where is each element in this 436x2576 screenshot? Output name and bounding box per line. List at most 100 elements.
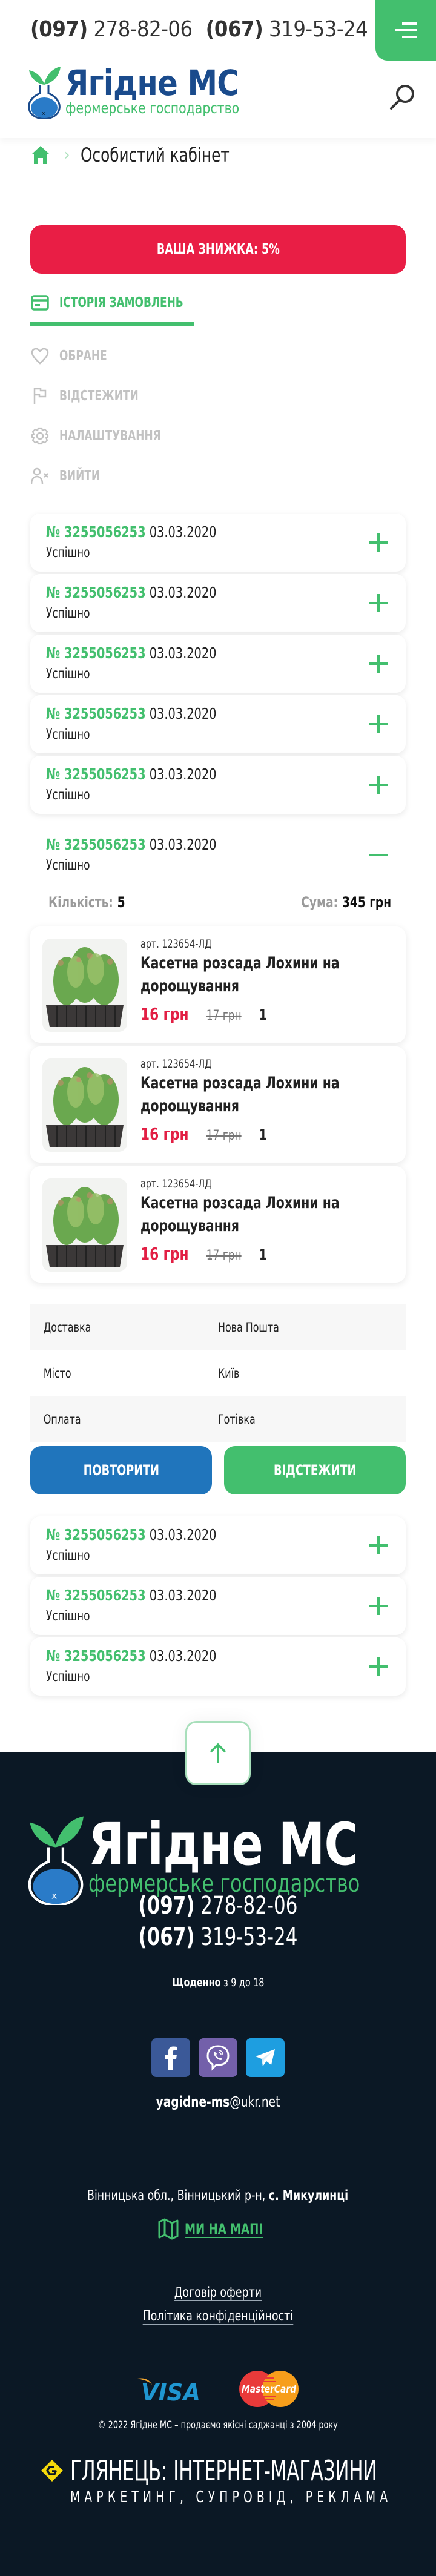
nav-label: НАЛАШТУВАННЯ: [59, 428, 161, 444]
details-key: Доставка: [43, 1320, 91, 1335]
nav-label: ІСТОРІЯ ЗАМОВЛЕНЬ: [59, 295, 183, 311]
order-status: Успішно: [46, 727, 90, 742]
footer-phone-1[interactable]: (097) 278-82-06: [30, 1890, 405, 1921]
nav-item-settings[interactable]: НАЛАШТУВАННЯ: [30, 423, 406, 449]
glyanets-logo-icon: [41, 2460, 63, 2482]
product-title[interactable]: Касетна розсада Лохини на дорощування: [140, 952, 344, 998]
hours-bold: Щоденно: [172, 1976, 220, 1989]
order-date: 03.03.2020: [149, 1647, 217, 1665]
order-number: № 3255056253: [46, 1526, 146, 1544]
order-status: Успішно: [46, 606, 90, 621]
order-item[interactable]: № 3255056253 03.03.2020 Успішно: [30, 1516, 406, 1574]
viber-link[interactable]: [199, 2038, 237, 2077]
search-icon: [390, 85, 414, 110]
plus-icon[interactable]: [369, 594, 388, 612]
footer-logo-title: Ягідне МС: [88, 1811, 358, 1878]
product-qty: 1: [259, 1246, 267, 1263]
privacy-policy-link[interactable]: Політика конфіденційності: [142, 2308, 294, 2325]
plus-icon[interactable]: [369, 655, 388, 673]
product-card[interactable]: арт. 123654-ЛД Касетна розсада Лохини на…: [30, 926, 406, 1043]
plus-icon[interactable]: [369, 776, 388, 794]
order-status: Успішно: [46, 666, 90, 682]
plus-icon[interactable]: [369, 1657, 388, 1676]
user-remove-icon: [30, 466, 50, 486]
footer-phone-2[interactable]: (067) 319-53-24: [30, 1921, 405, 1953]
button-label: ПОВТОРИТИ: [83, 1462, 159, 1479]
nav-item-favorites[interactable]: ОБРАНЕ: [30, 343, 406, 369]
nav-label: ВИЙТИ: [59, 468, 101, 484]
plus-icon[interactable]: [369, 1536, 388, 1554]
minus-icon[interactable]: [369, 846, 388, 864]
sum-value: 345 грн: [342, 894, 391, 911]
order-item[interactable]: № 3255056253 03.03.2020 Успішно: [30, 1577, 406, 1635]
order-item[interactable]: № 3255056253 03.03.2020 Успішно: [30, 514, 406, 572]
order-item[interactable]: № 3255056253 03.03.2020 Успішно: [30, 1637, 406, 1696]
offer-agreement-link[interactable]: Договір оферти: [174, 2285, 262, 2301]
footer-email[interactable]: yagidne-ms@ukr.net: [0, 2093, 436, 2110]
product-title[interactable]: Касетна розсада Лохини на дорощування: [140, 1072, 344, 1118]
order-date: 03.03.2020: [149, 584, 217, 601]
product-old-price: 17 грн: [206, 1128, 242, 1143]
product-title[interactable]: Касетна розсада Лохини на дорощування: [140, 1192, 344, 1238]
quantity-label: Кількість:: [48, 894, 113, 911]
product-price: 16 грн: [140, 1244, 189, 1264]
phone-number: 278-82-06: [200, 1892, 298, 1920]
repeat-order-button[interactable]: ПОВТОРИТИ: [30, 1446, 212, 1494]
order-item-expanded[interactable]: № 3255056253 03.03.2020 Успішно: [30, 826, 406, 884]
svg-text:MasterCard: MasterCard: [242, 2383, 297, 2396]
card-icon: [30, 293, 50, 312]
search-button[interactable]: [389, 82, 417, 110]
telegram-link[interactable]: [246, 2038, 285, 2077]
nav-item-order-history[interactable]: ІСТОРІЯ ЗАМОВЛЕНЬ: [30, 289, 406, 316]
details-value: Київ: [218, 1366, 240, 1381]
visa-logo-icon: VISA: [137, 2378, 200, 2404]
order-date: 03.03.2020: [149, 705, 217, 722]
site-header: (097) 278-82-06 (067) 319-53-24 x Ягідне …: [0, 0, 436, 138]
phone-code: (067): [138, 1923, 195, 1951]
track-order-button[interactable]: ВІДСТЕЖИТИ: [224, 1446, 406, 1494]
order-item[interactable]: № 3255056253 03.03.2020 Успішно: [30, 635, 406, 693]
email-domain: @ukr.net: [230, 2093, 280, 2110]
facebook-link[interactable]: [151, 2038, 190, 2077]
home-icon[interactable]: [30, 145, 51, 165]
product-image[interactable]: [42, 939, 127, 1032]
map-link[interactable]: МИ НА МАПІ: [0, 2218, 436, 2240]
plus-icon[interactable]: [369, 1597, 388, 1615]
order-date: 03.03.2020: [149, 836, 217, 853]
details-value: Готівка: [218, 1412, 256, 1427]
plus-icon[interactable]: [369, 533, 388, 552]
developer-link[interactable]: ГЛЯНЕЦЬ: ІНТЕРНЕТ-МАГАЗИНИ МАРКЕТИНГ, СУ…: [40, 2454, 436, 2506]
logo-flask-icon: x: [28, 67, 61, 119]
nav-item-track[interactable]: ВІДСТЕЖИТИ: [30, 383, 406, 409]
order-number: № 3255056253: [46, 523, 146, 541]
scroll-to-top-button[interactable]: [185, 1721, 251, 1785]
order-item[interactable]: № 3255056253 03.03.2020 Успішно: [30, 695, 406, 753]
menu-button[interactable]: [375, 0, 436, 61]
order-number: № 3255056253: [46, 1587, 146, 1604]
footer-hours: Щоденно з 9 до 18: [0, 1976, 436, 1989]
details-row-city: Місто Київ: [30, 1350, 406, 1396]
order-number: № 3255056253: [46, 765, 146, 783]
nav-label: ОБРАНЕ: [59, 348, 107, 364]
order-item[interactable]: № 3255056253 03.03.2020 Успішно: [30, 574, 406, 632]
header-phone-2[interactable]: (067) 319-53-24: [206, 17, 368, 42]
nav-item-logout[interactable]: ВИЙТИ: [30, 463, 406, 489]
product-image[interactable]: [42, 1178, 127, 1272]
gear-icon: [30, 426, 50, 446]
logo[interactable]: x Ягідне МС фермерське господарство: [28, 65, 277, 119]
product-card[interactable]: арт. 123654-ЛД Касетна розсада Лохини на…: [30, 1046, 406, 1163]
product-price: 16 грн: [140, 1004, 189, 1024]
menu-icon: [395, 22, 417, 38]
details-row-payment: Оплата Готівка: [30, 1396, 406, 1442]
header-phone-1[interactable]: (097) 278-82-06: [30, 17, 193, 42]
order-date: 03.03.2020: [149, 644, 217, 662]
order-date: 03.03.2020: [149, 523, 217, 541]
phone-code: (067): [205, 17, 263, 42]
product-old-price: 17 грн: [206, 1248, 242, 1263]
plus-icon[interactable]: [369, 715, 388, 733]
product-image[interactable]: [42, 1058, 127, 1152]
order-item[interactable]: № 3255056253 03.03.2020 Успішно: [30, 756, 406, 814]
phone-code: (097): [30, 17, 88, 42]
map-link-label: МИ НА МАПІ: [185, 2220, 263, 2238]
product-card[interactable]: арт. 123654-ЛД Касетна розсада Лохини на…: [30, 1166, 406, 1283]
